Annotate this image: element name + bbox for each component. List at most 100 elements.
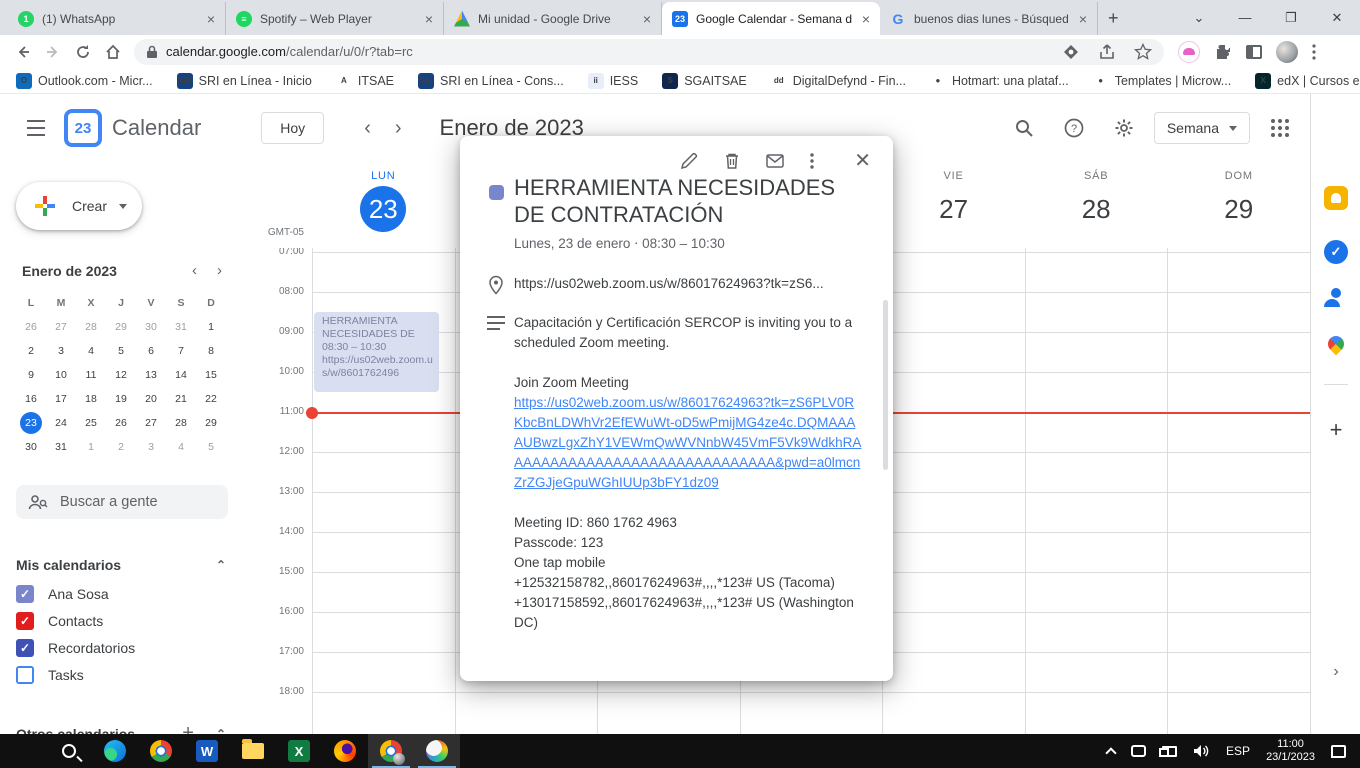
calendar-list-item[interactable]: ✓ Ana Sosa [16,585,252,603]
side-panel-toggle-icon[interactable] [1246,45,1262,59]
restore-button[interactable]: ❐ [1268,10,1314,26]
mini-calendar-day[interactable]: 1 [80,436,102,458]
browser-tab[interactable]: ≡ Spotify – Web Player × [226,2,444,35]
close-popup-icon[interactable]: ✕ [854,154,871,168]
bookmark-item[interactable]: ● Hotmart: una plataf... [930,73,1069,89]
mini-calendar-day[interactable]: 3 [140,436,162,458]
get-addons-icon[interactable]: + [1324,418,1348,442]
taskbar-app-button[interactable] [368,734,414,768]
tab-close-icon[interactable]: × [643,12,651,26]
taskbar-app-button[interactable]: X [276,734,322,768]
tasks-icon[interactable]: ✓ [1324,240,1348,264]
cloud-extension-icon[interactable] [1178,41,1200,63]
bookmark-item[interactable]: X edX | Cursos en líne... [1255,73,1360,89]
tab-close-icon[interactable]: × [862,12,870,26]
delete-event-icon[interactable] [724,152,740,170]
mini-calendar-day[interactable]: 17 [50,388,72,410]
bookmark-item[interactable]: S SGAITSAE [662,73,747,89]
collapse-chevron-icon[interactable]: ⌃ [216,558,236,572]
mini-calendar-day[interactable]: 8 [200,340,222,362]
calendar-checkbox[interactable] [16,666,34,684]
share-icon[interactable] [1098,43,1116,61]
tab-close-icon[interactable]: × [425,12,433,26]
minimize-button[interactable]: — [1222,10,1268,25]
taskbar-app-button[interactable]: W [184,734,230,768]
mini-calendar-day[interactable]: 10 [50,364,72,386]
calendar-checkbox[interactable]: ✓ [16,612,34,630]
browser-profile-avatar[interactable] [1276,41,1298,63]
mini-calendar-day[interactable]: 31 [50,436,72,458]
calendar-checkbox[interactable]: ✓ [16,639,34,657]
mini-calendar-day[interactable]: 18 [80,388,102,410]
bookmark-item[interactable]: O Outlook.com - Micr... [16,73,153,89]
mini-calendar-day[interactable]: 29 [110,316,132,338]
mini-calendar-day[interactable]: 27 [50,316,72,338]
tab-close-icon[interactable]: × [207,12,215,26]
tab-close-icon[interactable]: × [1079,12,1087,26]
preview-icon[interactable] [1062,43,1080,61]
day-number[interactable]: 28 [1073,186,1119,232]
mini-calendar-day[interactable]: 16 [20,388,42,410]
taskbar-app-button[interactable] [92,734,138,768]
mini-calendar-day[interactable]: 23 [20,412,42,434]
bookmark-item[interactable]: dd DigitalDefynd - Fin... [771,73,906,89]
bookmark-star-icon[interactable] [1134,43,1152,61]
browser-tab[interactable]: 1 (1) WhatsApp × [8,2,226,35]
taskbar-app-button[interactable] [46,734,92,768]
keep-icon[interactable] [1324,186,1348,210]
network-icon[interactable] [1162,746,1177,757]
home-icon[interactable] [98,38,128,66]
bookmark-item[interactable]: A ITSAE [336,73,394,89]
speaker-icon[interactable] [1193,744,1210,758]
people-search-box[interactable]: Buscar a gente [16,485,228,519]
taskbar-app-button[interactable] [414,734,460,768]
mini-calendar-day[interactable]: 28 [170,412,192,434]
browser-menu-icon[interactable] [1312,44,1316,60]
bookmark-item[interactable]: ii IESS [588,73,639,89]
mini-calendar-day[interactable]: 14 [170,364,192,386]
view-selector[interactable]: Semana [1154,112,1250,144]
mini-calendar-day[interactable]: 15 [200,364,222,386]
email-guests-icon[interactable] [766,154,784,168]
help-icon[interactable]: ? [1054,108,1094,148]
event-chip-herramienta[interactable]: HERRAMIENTA NECESIDADES DE 08:30 – 10:30… [314,312,439,392]
mini-calendar-day[interactable]: 19 [110,388,132,410]
mini-calendar-day[interactable]: 20 [140,388,162,410]
day-header[interactable]: DOM 29 [1167,162,1310,248]
mini-calendar-day[interactable]: 2 [20,340,42,362]
mini-calendar-day[interactable]: 29 [200,412,222,434]
today-button[interactable]: Hoy [261,112,324,144]
browser-tab[interactable]: Mi unidad - Google Drive × [444,2,662,35]
mini-calendar-day[interactable]: 4 [170,436,192,458]
mini-calendar-day[interactable]: 3 [50,340,72,362]
mini-calendar-day[interactable]: 5 [110,340,132,362]
address-bar[interactable]: calendar.google.com/calendar/u/0/r?tab=r… [134,39,1164,65]
bookmark-item[interactable]: ● Templates | Microw... [1093,73,1231,89]
taskbar-app-button[interactable] [230,734,276,768]
mini-calendar-day[interactable]: 7 [170,340,192,362]
clock[interactable]: 11:00 23/1/2023 [1266,738,1315,764]
google-apps-grid-icon[interactable] [1260,108,1300,148]
day-number[interactable]: 23 [360,186,406,232]
reload-icon[interactable] [68,38,98,66]
mini-calendar-day[interactable]: 25 [80,412,102,434]
hide-side-panel-icon[interactable]: › [1324,660,1348,684]
prev-week-icon[interactable]: ‹ [352,117,383,140]
mini-calendar-day[interactable]: 5 [200,436,222,458]
calendar-checkbox[interactable]: ✓ [16,585,34,603]
create-button[interactable]: Crear [16,182,142,230]
mini-calendar-day[interactable]: 27 [140,412,162,434]
mini-calendar-day[interactable]: 1 [200,316,222,338]
mini-calendar-day[interactable]: 11 [80,364,102,386]
back-icon[interactable] [8,38,38,66]
taskbar-app-button[interactable] [322,734,368,768]
add-calendar-icon[interactable]: + [182,722,194,734]
day-number[interactable]: 29 [1216,186,1262,232]
action-center-icon[interactable] [1331,745,1346,758]
taskbar-app-button[interactable] [0,734,46,768]
mini-calendar-day[interactable]: 28 [80,316,102,338]
settings-gear-icon[interactable] [1104,108,1144,148]
bookmark-item[interactable]: SRI SRI en Línea - Inicio [177,73,312,89]
taskbar-app-button[interactable] [138,734,184,768]
day-header[interactable]: VIE 27 [882,162,1025,248]
